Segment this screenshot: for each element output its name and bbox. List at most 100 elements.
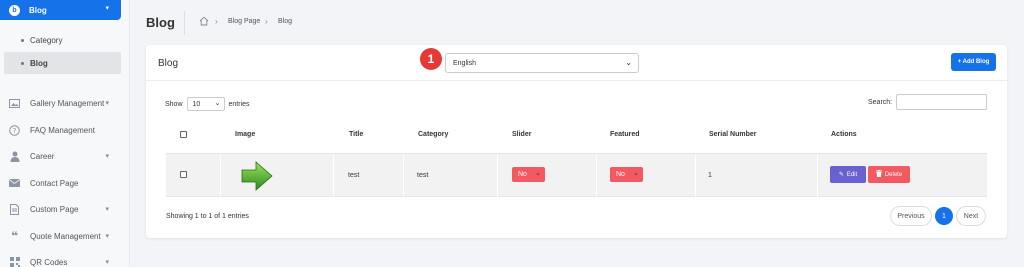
sidebar-item-custom-page[interactable]: Custom Page ▾ (0, 199, 121, 219)
breadcrumb-blog-page[interactable]: Blog Page (228, 18, 260, 25)
chevron-down-icon: ⌄ (535, 170, 541, 177)
chevron-down-icon: ▾ (105, 233, 109, 240)
bullet-icon (21, 38, 24, 42)
sidebar-item-label: FAQ Management (30, 125, 95, 135)
delete-button[interactable]: Delete (868, 166, 910, 183)
blog-icon: b (9, 4, 20, 16)
sidebar-subitem-label: Category (30, 35, 63, 45)
row-category: test (417, 172, 429, 179)
column-header-featured: Featured (610, 131, 640, 138)
previous-page-button[interactable]: Previous (890, 206, 932, 226)
column-header-actions: Actions (831, 131, 857, 138)
quote-icon: ❝ (10, 229, 19, 243)
column-header-category: Category (418, 131, 449, 138)
sidebar-subitem-label: Blog (30, 58, 48, 68)
svg-text:?: ? (13, 127, 17, 135)
sidebar-item-quote-management[interactable]: ❝ Quote Management ▾ (0, 226, 121, 246)
add-blog-button[interactable]: + Add Blog (951, 53, 996, 71)
column-header-slider: Slider (512, 131, 532, 138)
column-header-serial-number: Serial Number (709, 131, 757, 138)
sidebar-item-label: QR Codes (30, 257, 68, 267)
chevron-down-icon: ⌄ (633, 170, 639, 177)
slider-select[interactable]: No ⌄ (512, 167, 545, 182)
table-info: Showing 1 to 1 of 1 entries (166, 213, 249, 220)
pagination: Previous 1 Next (890, 206, 986, 226)
page-title: Blog (146, 15, 175, 30)
question-icon: ? (9, 124, 20, 136)
language-select[interactable]: English ⌄ (445, 53, 639, 73)
card-title: Blog (158, 58, 179, 69)
column-divider (220, 154, 221, 198)
chevron-down-icon: ▾ (105, 5, 109, 12)
sidebar-item-label: Blog (29, 5, 47, 15)
page-size-value: 10 (192, 100, 201, 108)
card-header: Blog 1 English ⌄ + Add Blog (146, 45, 1007, 81)
next-page-button[interactable]: Next (956, 206, 986, 226)
chevron-down-icon: ⌄ (214, 100, 221, 107)
chevron-down-icon: ⌄ (625, 58, 632, 67)
envelope-icon (9, 178, 20, 189)
edit-label: Edit (846, 171, 858, 178)
sidebar-item-contact-page[interactable]: Contact Page (0, 173, 121, 193)
column-divider (596, 154, 597, 198)
sidebar-item-gallery-management[interactable]: Gallery Management ▾ (0, 93, 121, 113)
column-divider (403, 154, 404, 198)
column-header-title: Title (349, 131, 364, 138)
sidebar-item-label: Contact Page (30, 178, 79, 188)
show-label: Show (165, 100, 183, 108)
sidebar-subitem-blog[interactable]: Blog (4, 52, 121, 74)
sidebar-item-blog[interactable]: b Blog ▾ (0, 0, 121, 20)
header-divider (184, 11, 185, 35)
chevron-right-icon: › (265, 17, 268, 26)
chevron-down-icon: ▾ (105, 100, 109, 107)
entries-label: entries (228, 100, 250, 108)
column-divider (333, 154, 334, 198)
step-badge: 1 (420, 48, 442, 70)
search-label: Search: (868, 98, 893, 106)
language-select-value: English (453, 59, 476, 67)
sidebar-item-faq-management[interactable]: ? FAQ Management (0, 120, 121, 140)
chevron-down-icon: ▾ (105, 206, 109, 213)
qrcode-icon (9, 257, 20, 267)
featured-select-value: No (616, 171, 625, 178)
sidebar-item-career[interactable]: Career ▾ (0, 146, 121, 166)
table-row: test test No ⌄ No ⌄ 1 ✎ Edit Delete (166, 153, 987, 198)
search-control: Search: (868, 94, 988, 110)
page-1-button[interactable]: 1 (935, 207, 953, 225)
row-serial-number: 1 (708, 172, 712, 179)
featured-select[interactable]: No ⌄ (610, 167, 643, 182)
sidebar: b Blog ▾ Category Blog Gallery Managemen… (0, 0, 130, 267)
blog-image-thumbnail (239, 158, 275, 196)
home-icon[interactable] (199, 16, 209, 26)
sidebar-item-label: Quote Management (30, 231, 101, 241)
sidebar-subitem-category[interactable]: Category (0, 29, 121, 51)
row-checkbox[interactable] (180, 171, 187, 178)
column-header-image: Image (235, 131, 256, 138)
chevron-down-icon: ▾ (105, 259, 109, 266)
chevron-right-icon: › (215, 17, 218, 26)
sidebar-item-label: Gallery Management (30, 98, 105, 108)
slider-select-value: No (518, 171, 527, 178)
edit-icon: ✎ (838, 172, 844, 178)
image-icon (9, 98, 20, 109)
sidebar-item-label: Custom Page (30, 204, 79, 214)
edit-button[interactable]: ✎ Edit (830, 166, 866, 183)
column-divider (695, 154, 696, 198)
search-input[interactable] (896, 94, 988, 110)
page-size-select[interactable]: 10 ⌄ (186, 97, 225, 111)
chevron-down-icon: ▾ (105, 153, 109, 160)
select-all-checkbox[interactable] (180, 131, 187, 138)
page-size-control: Show 10 ⌄ entries (165, 97, 250, 111)
delete-label: Delete (884, 171, 903, 178)
file-icon (9, 203, 20, 215)
column-divider (817, 154, 818, 198)
breadcrumb-blog[interactable]: Blog (278, 18, 292, 25)
column-divider (497, 154, 498, 198)
arrow-right-icon (241, 161, 273, 191)
trash-icon (875, 170, 882, 179)
sidebar-item-label: Career (30, 151, 55, 161)
blog-card: Blog 1 English ⌄ + Add Blog Show 10 ⌄ en… (146, 45, 1007, 238)
user-tie-icon (9, 151, 20, 162)
sidebar-item-qr-codes[interactable]: QR Codes ▾ (0, 252, 121, 267)
row-title: test (348, 172, 360, 179)
